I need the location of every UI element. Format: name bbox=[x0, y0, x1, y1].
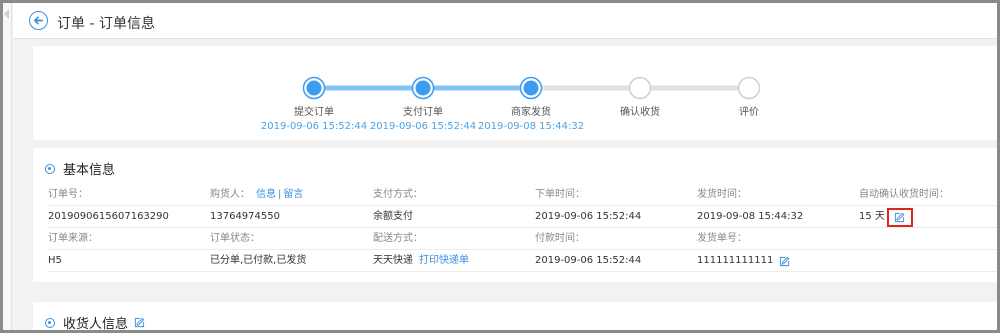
receiver-info-card: 收货人信息 bbox=[33, 302, 997, 330]
progress-step-label: 确认收货 bbox=[620, 107, 660, 118]
source-label: 订单来源： bbox=[48, 233, 98, 244]
edit-icon[interactable] bbox=[894, 212, 905, 223]
pay-method-label: 支付方式： bbox=[373, 189, 423, 200]
status-value: 已分单,已付款,已发货 bbox=[210, 255, 307, 266]
pay-method-value: 余额支付 bbox=[373, 211, 413, 222]
status-label: 订单状态： bbox=[210, 233, 260, 244]
table-row: 订单号： 购货人： 信息 | 留言 支付方式： 下单时间： 发货时间： 自动确认… bbox=[48, 184, 997, 206]
back-button[interactable] bbox=[29, 11, 48, 30]
arrow-left-icon bbox=[34, 16, 43, 25]
source-value: H5 bbox=[48, 255, 62, 266]
pay-time-value: 2019-09-06 15:52:44 bbox=[535, 255, 642, 266]
buyer-label: 购货人： bbox=[210, 189, 250, 200]
progress-step-label: 提交订单 bbox=[294, 107, 334, 118]
sidebar-collapsed[interactable] bbox=[3, 3, 12, 330]
receiver-info-title: 收货人信息 bbox=[63, 317, 129, 330]
auto-confirm-label: 自动确认收货时间： bbox=[859, 189, 949, 200]
delivery-cell: 天天快递 打印快递单 bbox=[373, 250, 469, 272]
pay-time-label: 付款时间： bbox=[535, 233, 585, 244]
buyer-info-link[interactable]: 信息 bbox=[256, 184, 276, 206]
basic-info-table: 订单号： 购货人： 信息 | 留言 支付方式： 下单时间： 发货时间： 自动确认… bbox=[48, 184, 997, 272]
progress-step-node bbox=[737, 76, 761, 100]
ship-no-cell: 111111111111 bbox=[697, 250, 790, 272]
table-row: 2019090615607163290 13764974550 余额支付 201… bbox=[48, 206, 997, 228]
edit-icon[interactable] bbox=[134, 317, 145, 328]
ship-no-value: 111111111111 bbox=[697, 255, 774, 266]
ship-no-label: 发货单号： bbox=[697, 233, 747, 244]
app-frame: 订单 - 订单信息 提交订单 2019-09-06 15:52:44 支付订单 201… bbox=[3, 3, 997, 330]
progress-connector bbox=[531, 85, 640, 91]
progress-step-time: 2019-09-06 15:52:44 bbox=[369, 121, 477, 132]
progress-step-node bbox=[411, 76, 435, 100]
buyer-message-link[interactable]: 留言 bbox=[283, 184, 303, 206]
receiver-info-header: 收货人信息 bbox=[45, 313, 145, 330]
progress-step-label: 商家发货 bbox=[511, 107, 551, 118]
sidebar-toggle-arrow-icon[interactable] bbox=[4, 9, 9, 19]
edit-icon[interactable] bbox=[779, 256, 790, 267]
progress-step-label: 评价 bbox=[739, 107, 759, 118]
radio-dot-icon bbox=[45, 163, 55, 174]
ship-time-value: 2019-09-08 15:44:32 bbox=[697, 211, 804, 222]
order-time-value: 2019-09-06 15:52:44 bbox=[535, 211, 642, 222]
progress-step-node bbox=[519, 76, 543, 100]
auto-confirm-edit-highlight[interactable] bbox=[886, 207, 913, 227]
delivery-label: 配送方式： bbox=[373, 233, 423, 244]
progress-step-time: 2019-09-06 15:52:44 bbox=[260, 121, 368, 132]
basic-info-header: 基本信息 bbox=[45, 159, 115, 178]
buyer-link-separator: | bbox=[278, 189, 282, 200]
basic-info-card: 基本信息 订单号： 购货人： 信息 | 留言 支付方式： 下单时间： 发货时间：… bbox=[33, 148, 997, 282]
table-row: 订单来源： 订单状态： 配送方式： 付款时间： 发货单号： bbox=[48, 228, 997, 250]
progress-connector bbox=[314, 85, 423, 91]
page-header: 订单 - 订单信息 bbox=[13, 3, 997, 39]
progress-step-node bbox=[628, 76, 652, 100]
auto-confirm-value: 15 天 bbox=[859, 211, 885, 222]
radio-dot-icon bbox=[45, 317, 55, 328]
buyer-value: 13764974550 bbox=[210, 211, 280, 222]
order-no-label: 订单号： bbox=[48, 189, 88, 200]
order-time-label: 下单时间： bbox=[535, 189, 585, 200]
print-express-link[interactable]: 打印快递单 bbox=[419, 250, 469, 272]
progress-step-node bbox=[302, 76, 326, 100]
delivery-value: 天天快递 bbox=[373, 255, 413, 266]
basic-info-title: 基本信息 bbox=[63, 163, 116, 178]
progress-connector bbox=[423, 85, 531, 91]
page-title: 订单 - 订单信息 bbox=[57, 16, 155, 32]
progress-connector bbox=[640, 85, 749, 91]
auto-confirm-cell: 15 天 bbox=[859, 206, 913, 228]
order-progress: 提交订单 2019-09-06 15:52:44 支付订单 2019-09-06 15… bbox=[33, 46, 997, 140]
ship-time-label: 发货时间： bbox=[697, 189, 747, 200]
table-row: H5 已分单,已付款,已发货 天天快递 打印快递单 2019-09-06 15:… bbox=[48, 250, 997, 272]
order-no-value: 2019090615607163290 bbox=[48, 211, 169, 222]
progress-step-time: 2019-09-08 15:44:32 bbox=[477, 121, 585, 132]
progress-step-label: 支付订单 bbox=[403, 107, 443, 118]
buyer-label-cell: 购货人： 信息 | 留言 bbox=[210, 184, 303, 206]
